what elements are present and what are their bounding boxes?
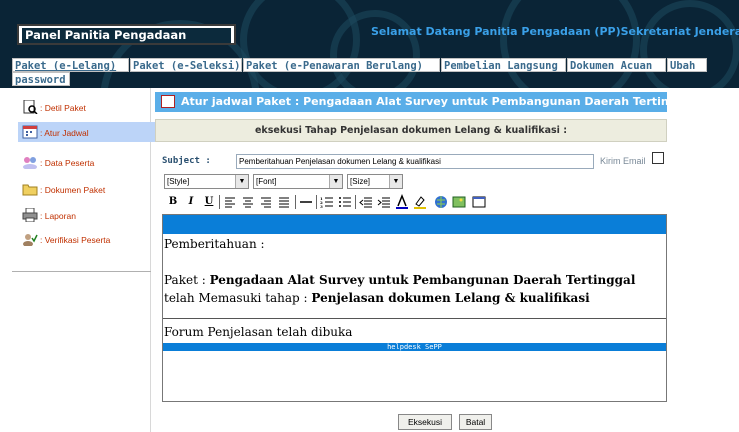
calendar-icon [161,95,175,108]
main-panel: Atur jadwal Paket : Pengadaan Alat Surve… [155,88,739,432]
sidebar-item-label: : Atur Jadwal [40,128,89,138]
tab-paket-epenawaran[interactable]: Paket (e-Penawaran Berulang) [243,58,440,72]
editor-top-bar [163,215,666,234]
align-right-icon[interactable] [259,194,273,210]
editor-line-tahap: telah Memasuki tahap : Penjelasan dokume… [164,291,590,305]
printer-icon [22,208,38,222]
kirim-email-checkbox[interactable] [652,152,664,164]
eksekusi-button[interactable]: Eksekusi [398,414,452,430]
horizontal-rule-icon[interactable] [299,194,313,210]
sidebar-item-data-peserta[interactable]: : Data Peserta [18,152,157,172]
chevron-down-icon: ▼ [235,175,248,188]
style-select[interactable]: [Style] ▼ [164,174,249,189]
tab-pembelian-langsung[interactable]: Pembelian Langsung [441,58,566,72]
editor-toolbar: B I U 123 [164,192,604,212]
editor-line-paket: Paket : Pengadaan Alat Survey untuk Pemb… [164,273,635,287]
sidebar-item-verifikasi-peserta[interactable]: : Verifikasi Peserta [18,229,157,249]
bold-button[interactable]: B [166,194,180,210]
sidebar-item-laporan[interactable]: : Laporan [18,205,157,225]
sidebar-item-label: : Laporan [40,211,76,221]
kirim-email-label: Kirim Email [600,156,646,166]
insert-image-icon[interactable] [452,194,466,210]
font-select-value: [Font] [256,177,277,186]
chevron-down-icon: ▼ [389,175,402,188]
batal-button[interactable]: Batal [459,414,492,430]
editor-footer: helpdesk SePP [163,343,666,351]
italic-button[interactable]: I [184,194,198,210]
tab-paket-eseleksi[interactable]: Paket (e-Seleksi) [130,58,242,72]
align-justify-icon[interactable] [277,194,291,210]
size-select[interactable]: [Size] ▼ [347,174,403,189]
sidebar-divider [12,271,151,272]
size-select-value: [Size] [350,177,371,186]
page-banner: Atur jadwal Paket : Pengadaan Alat Surve… [155,92,667,112]
highlight-color-icon[interactable] [413,194,427,210]
toolbar-separator [295,195,296,209]
chevron-down-icon: ▼ [329,175,342,188]
sidebar: : Detil Paket : Atur Jadwal : Data Peser… [12,88,157,432]
subject-row: Subject : Pemberitahuan Penjelasan dokum… [162,152,667,170]
toolbar-separator [219,195,220,209]
subject-label: Subject : [162,156,211,166]
tab-paket-elelang[interactable]: Paket (e-Lelang) [12,58,129,72]
editor-line-pemberitahuan: Pemberitahuan : [164,237,265,251]
header: Panel Panitia Pengadaan Selamat Datang P… [0,0,739,88]
app-title-box: Panel Panitia Pengadaan [17,24,236,45]
sidebar-item-label: : Data Peserta [40,158,95,168]
tab-dokumen-acuan[interactable]: Dokumen Acuan [567,58,666,72]
tab-ubah-password[interactable]: Ubah [667,58,707,72]
indent-icon[interactable] [377,194,391,210]
document-search-icon [23,100,38,114]
outdent-icon[interactable] [359,194,373,210]
rich-text-editor[interactable]: Pemberitahuan : Paket : Pengadaan Alat S… [162,214,667,402]
style-select-value: [Style] [167,177,190,186]
sidebar-item-detil-paket[interactable]: : Detil Paket [18,97,157,117]
sidebar-item-dokumen-paket[interactable]: : Dokumen Paket [18,179,157,199]
section-header: eksekusi Tahap Penjelasan dokumen Lelang… [155,119,667,142]
calendar-icon [22,125,38,139]
sidebar-item-atur-jadwal[interactable]: : Atur Jadwal [18,122,157,142]
paket-prefix: Paket : [164,273,210,287]
toolbar-separator [355,195,356,209]
app-title: Panel Panitia Pengadaan [22,28,231,43]
page-title: Atur jadwal Paket : Pengadaan Alat Surve… [181,95,667,108]
tahap-prefix: telah Memasuki tahap : [164,291,312,305]
welcome-text: Selamat Datang Panitia Pengadaan (PP)Sek… [371,25,739,38]
paket-name: Pengadaan Alat Survey untuk Pembangunan … [209,273,636,287]
numbered-list-icon[interactable]: 123 [320,194,334,210]
align-left-icon[interactable] [223,194,237,210]
tab-bar: Paket (e-Lelang) Paket (e-Seleksi) Paket… [12,58,722,86]
tab-ubah-password-cont[interactable]: password [12,72,70,86]
toolbar-separator [316,195,317,209]
users-icon [23,157,37,169]
insert-table-icon[interactable] [472,194,486,210]
verify-user-icon [23,234,38,246]
bullet-list-icon[interactable] [338,194,352,210]
editor-divider [163,318,666,319]
sidebar-item-label: : Dokumen Paket [40,185,106,195]
tahap-name: Penjelasan dokumen Lelang & kualifikasi [311,291,590,305]
subject-input[interactable]: Pemberitahuan Penjelasan dokumen Lelang … [236,154,594,169]
align-center-icon[interactable] [241,194,255,210]
text-color-icon[interactable] [395,194,409,210]
sidebar-item-label: : Detil Paket [40,103,86,113]
folder-icon [22,184,38,196]
editor-line-forum: Forum Penjelasan telah dibuka [164,325,353,339]
sidebar-item-label: : Verifikasi Peserta [40,235,111,245]
underline-button[interactable]: U [202,194,216,210]
svg-text:3: 3 [320,204,323,209]
insert-link-icon[interactable] [434,194,448,210]
app-window: Panel Panitia Pengadaan Selamat Datang P… [0,0,739,432]
font-select[interactable]: [Font] ▼ [253,174,343,189]
